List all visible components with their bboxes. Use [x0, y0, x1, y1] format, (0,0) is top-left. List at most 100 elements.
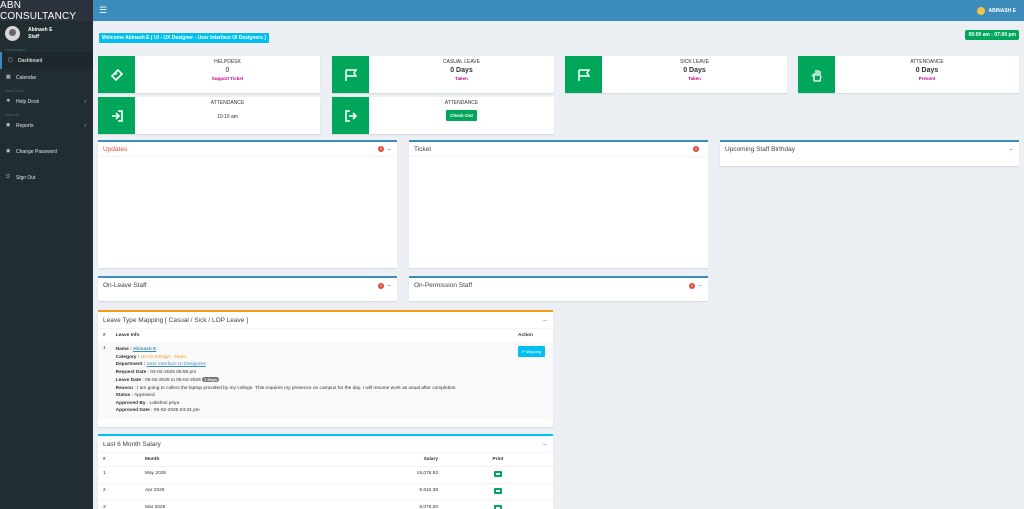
- sidebar: Abinash E Staff Dashboard ▢ Dashboard ▦ …: [0, 21, 93, 509]
- info-box-title: ATTENDANCE: [444, 100, 479, 106]
- column-header: Month: [145, 457, 160, 462]
- column-header: Salary: [423, 457, 438, 462]
- sidebar-header-dashboard: Dashboard: [5, 47, 25, 52]
- collapse-icon[interactable]: –: [543, 441, 547, 448]
- brand-logo[interactable]: ABN CONSULTANCY: [0, 0, 93, 22]
- salary-cell: 9,610.38: [393, 483, 443, 501]
- top-header: ABN CONSULTANCY ☰ ABINASH E: [0, 0, 1024, 22]
- mapping-button[interactable]: P Mapping: [518, 346, 546, 357]
- ticket-box: Ticket 0: [409, 140, 708, 268]
- info-box-sub: Taken: [455, 76, 468, 81]
- info-box-helpdesk[interactable]: HELPDESK 0 Support Ticket: [98, 56, 320, 93]
- sidebar-item-helpdesk[interactable]: ❖ Help Desk ‹: [0, 93, 93, 110]
- column-header: Action: [518, 333, 533, 338]
- sign-out-icon: [332, 97, 369, 134]
- info-box-value: 0: [225, 67, 230, 74]
- user-name: ABINASH E: [988, 7, 1016, 14]
- avatar: [977, 6, 986, 15]
- info-box-sub: Taken: [688, 76, 701, 81]
- count-badge: 0: [693, 146, 699, 152]
- info-box-casual-leave[interactable]: CASUAL LEAVE 0 Days Taken: [332, 56, 554, 93]
- print-icon[interactable]: [494, 488, 502, 494]
- welcome-banner: Welcome Abinash E [ UI - UX Designer - U…: [98, 32, 270, 44]
- sidebar-header-reports: Reports: [5, 112, 20, 117]
- sidebar-item-label: Help Desk: [16, 98, 40, 105]
- label: Reason: [115, 385, 133, 391]
- info-box-sick-leave[interactable]: SICK LEAVE 0 Days Taken: [565, 56, 787, 93]
- salary-cell: 8,076.50: [393, 500, 443, 509]
- label: Leave Date: [115, 378, 142, 383]
- box-title: Last 6 Month Salary: [103, 440, 161, 448]
- sidebar-item-label: Change Password: [16, 148, 57, 155]
- label: Approved Date: [115, 408, 150, 413]
- collapse-icon[interactable]: –: [698, 282, 702, 289]
- table-row: 2 Apr 2026 9,610.38: [98, 483, 553, 501]
- department-link[interactable]: User Interface UI Designers: [147, 362, 206, 367]
- collapse-icon[interactable]: –: [543, 317, 547, 324]
- label: Request Date: [115, 369, 147, 375]
- user-menu[interactable]: ABINASH E: [977, 6, 1016, 15]
- hand-icon: [798, 56, 835, 93]
- sidebar-item-label: Calendar: [16, 74, 37, 81]
- box-title: Upcoming Staff Birthday: [725, 146, 795, 153]
- box-title: Updates: [103, 145, 128, 153]
- info-box-value: 0 Days: [683, 67, 706, 74]
- circle-icon: ◉: [6, 122, 11, 128]
- flag-icon: [332, 56, 369, 93]
- bars-icon[interactable]: ☰: [99, 5, 107, 16]
- info-box-sub: Present: [918, 76, 936, 81]
- leave-date: : 05-02-2026 to 05-02-2026: [141, 378, 201, 383]
- collapse-icon[interactable]: –: [387, 146, 391, 153]
- sidebar-item-reports[interactable]: ◉ Reports ‹: [0, 117, 93, 134]
- birthday-box: Upcoming Staff Birthday –: [720, 140, 1019, 166]
- sidebar-item-dashboard[interactable]: ▢ Dashboard: [0, 52, 93, 69]
- info-box-title: ATTENDANCE: [210, 100, 245, 106]
- calendar-icon: ▦: [6, 74, 11, 80]
- sidebar-item-label: Dashboard: [18, 57, 43, 64]
- flag-icon: [565, 56, 602, 93]
- user-panel-name: Abinash E: [28, 26, 53, 33]
- print-icon[interactable]: [494, 471, 502, 477]
- row-number: 1: [98, 466, 140, 484]
- sign-out-icon: ⎋: [6, 174, 10, 180]
- chevron-left-icon: ‹: [84, 122, 86, 129]
- chevron-left-icon: ‹: [84, 98, 86, 105]
- on-leave-box: On-Leave Staff 0–: [98, 276, 397, 301]
- leave-mapping-box: Leave Type Mapping [ Casual / Sick / LOP…: [98, 310, 553, 427]
- approved-by: : Lakshmi priya: [145, 400, 180, 406]
- label: Department :: [115, 362, 147, 367]
- leave-table: # Leave Info Action 1 Name : Abinash E C…: [98, 329, 553, 419]
- count-badge: 0: [689, 282, 696, 289]
- reason-text: : I am going to collect the laptop provi…: [133, 385, 457, 391]
- info-box-check-out: ATTENDANCE Check-Out: [332, 97, 554, 134]
- collapse-icon[interactable]: –: [387, 282, 391, 289]
- collapse-icon[interactable]: –: [1009, 146, 1013, 153]
- salary-cell: 15,076.53: [393, 466, 443, 484]
- avatar: [5, 25, 20, 41]
- category-value: UI-UX Design - Team: [140, 354, 186, 360]
- month-cell: Mar 2026: [140, 500, 393, 509]
- sidebar-item-label: Reports: [16, 122, 34, 129]
- label: Name :: [115, 347, 133, 352]
- info-box-check-in: ATTENDANCE 10:10 am: [98, 97, 320, 134]
- sidebar-item-change-password[interactable]: ◉ Change Password: [0, 143, 93, 160]
- box-title: Ticket: [414, 145, 432, 153]
- shift-badge: 09:00 am - 07:00 pm: [965, 30, 1019, 40]
- dashboard-icon: ▢: [8, 57, 13, 63]
- box-title: On-Permission Staff: [414, 282, 473, 289]
- row-number: 2: [98, 483, 140, 501]
- count-badge: 0: [378, 146, 385, 152]
- check-out-button[interactable]: Check-Out: [446, 110, 477, 121]
- info-box-title: HELPDESK: [214, 59, 241, 65]
- box-title: On-Leave Staff: [103, 282, 147, 289]
- name-link[interactable]: Abinash E: [133, 347, 156, 352]
- label: Status: [115, 393, 131, 398]
- info-box-value: 0 Days: [915, 67, 939, 74]
- sidebar-item-sign-out[interactable]: ⎋ Sign Out: [0, 169, 93, 186]
- month-cell: May 2026: [140, 466, 393, 484]
- table-row: 1 Name : Abinash E Category : UI-UX Desi…: [98, 342, 553, 419]
- column-header: #: [103, 457, 106, 462]
- sidebar-item-calendar[interactable]: ▦ Calendar: [0, 69, 93, 86]
- print-icon[interactable]: [494, 505, 502, 509]
- info-box-attendance-present[interactable]: ATTENDANCE 0 Days Present: [798, 56, 1019, 93]
